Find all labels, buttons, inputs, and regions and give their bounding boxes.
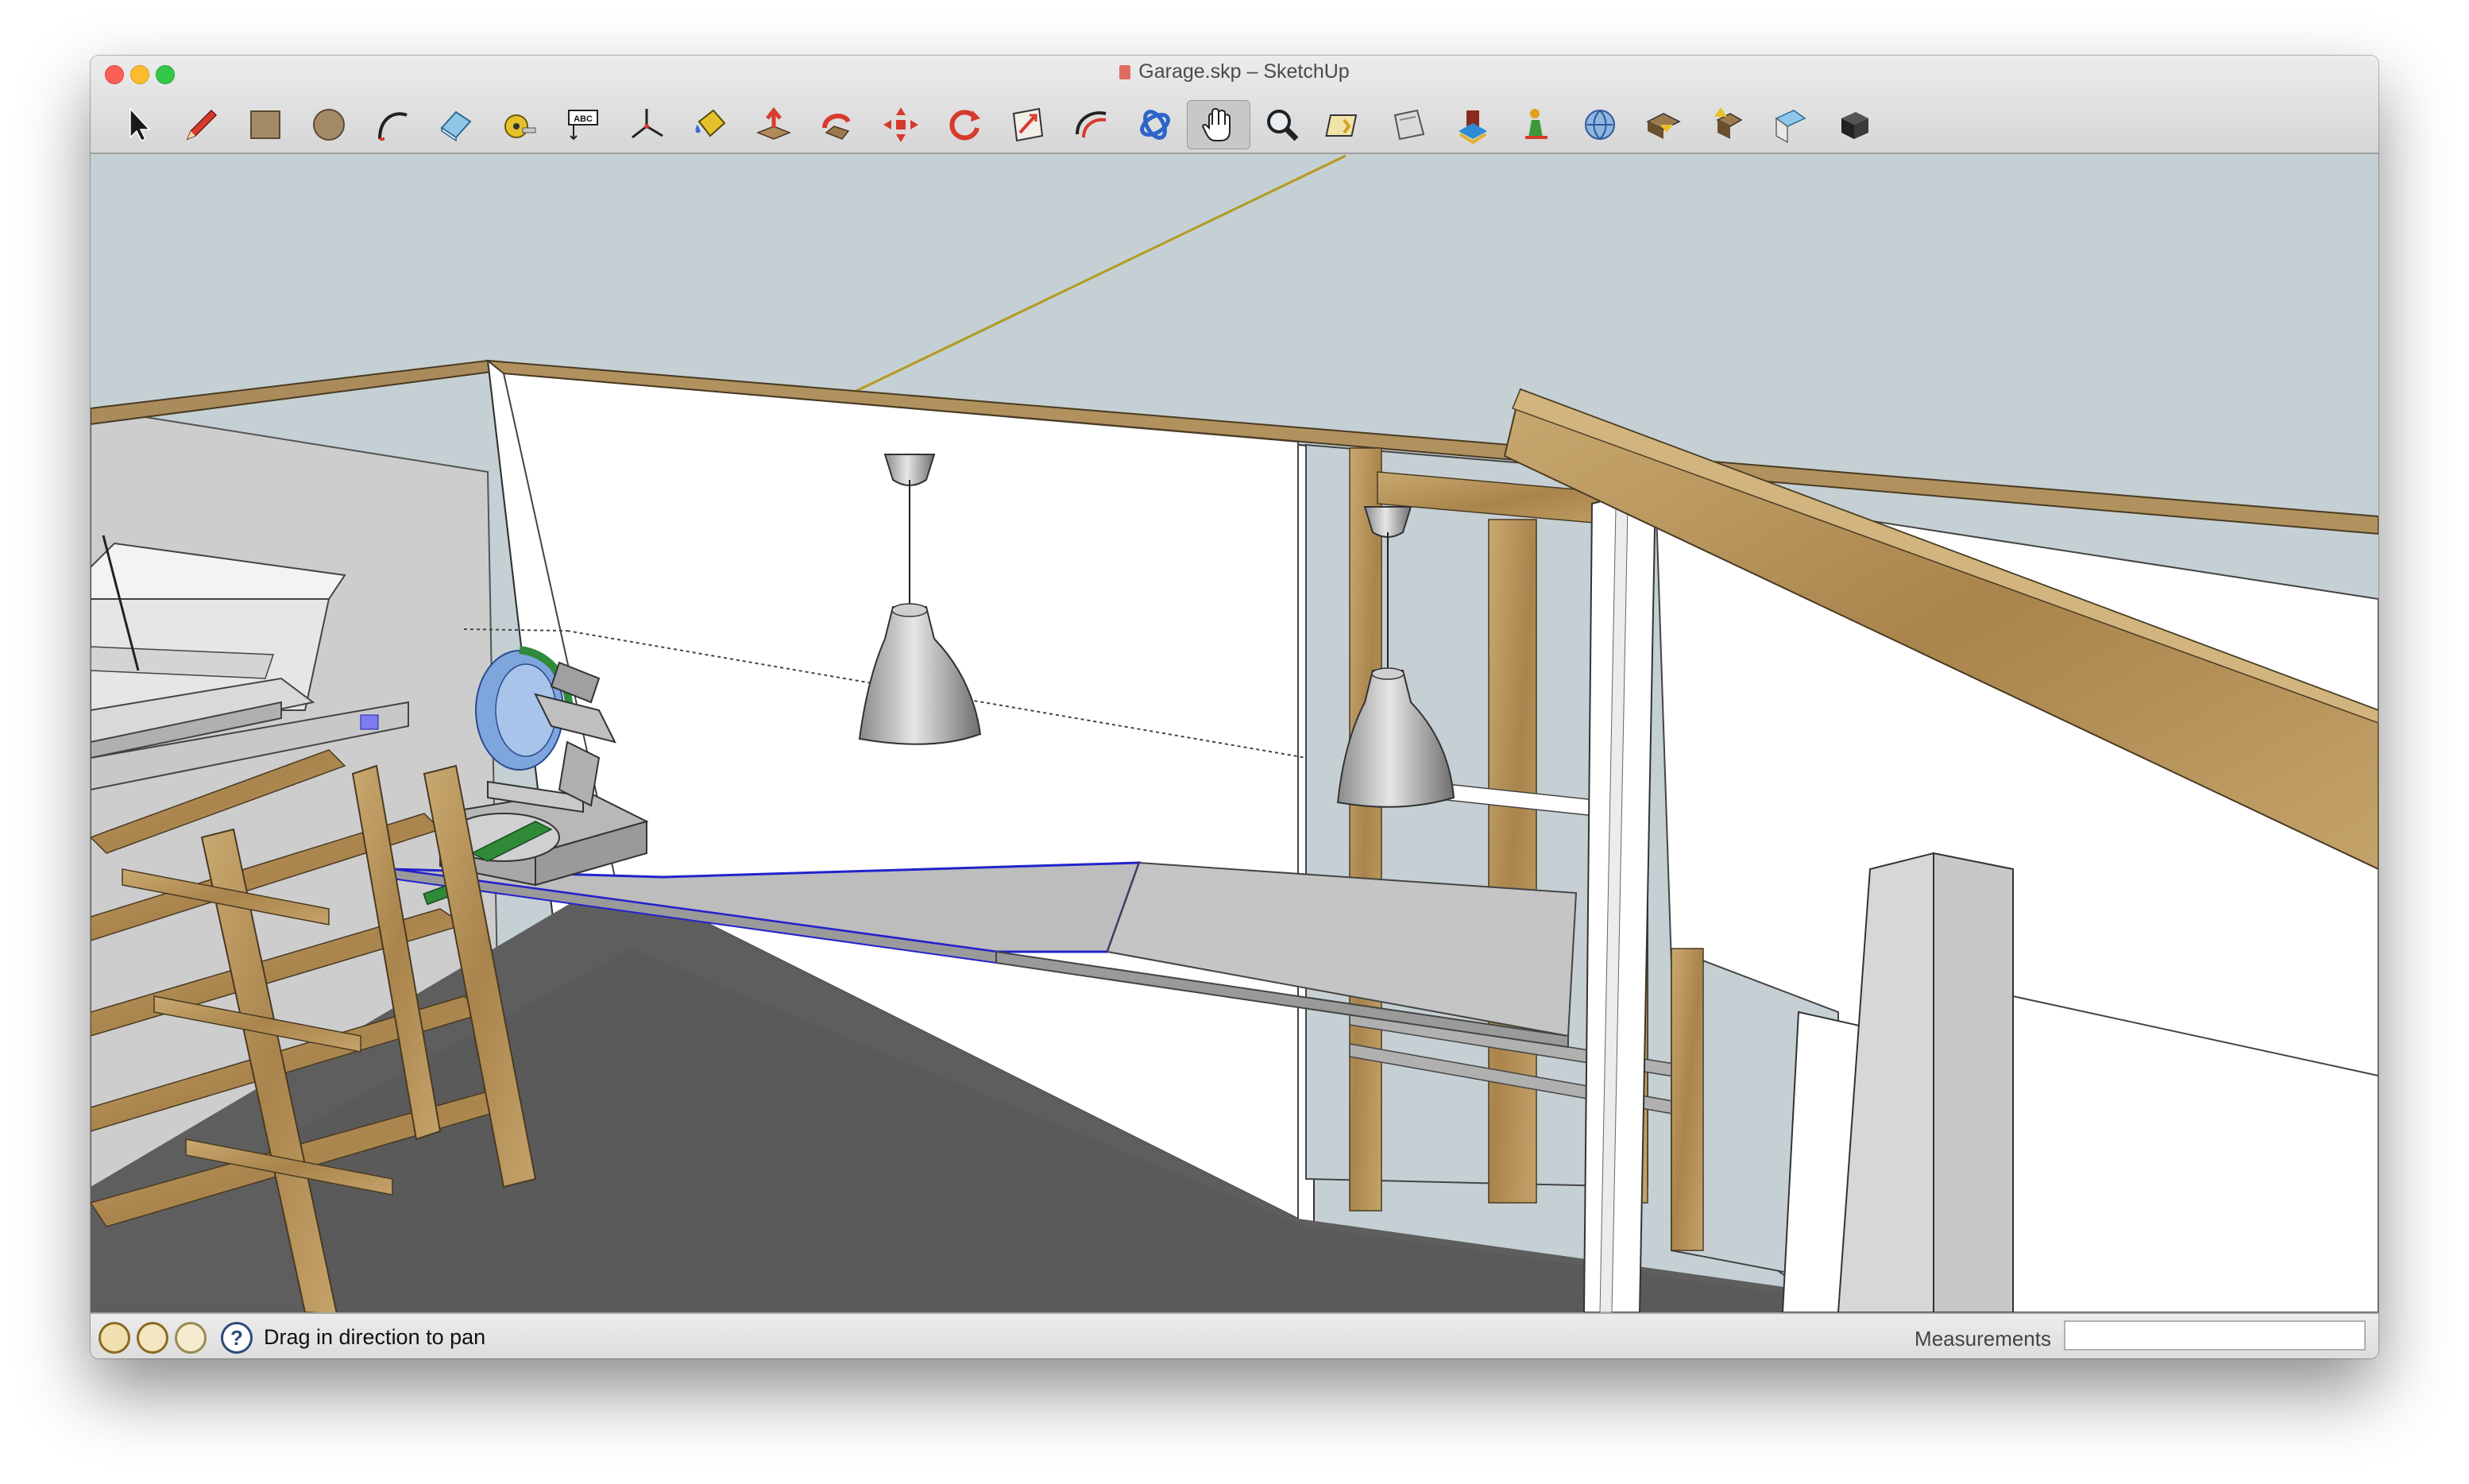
rotate-tool[interactable]: [933, 100, 996, 149]
sketchup-window: Garage.skp – SketchUp ABC ? Drag in dire…: [91, 56, 2378, 1358]
window-title-wrap: Garage.skp – SketchUp: [91, 60, 2378, 83]
axes-tool[interactable]: [615, 100, 678, 149]
status-bar: ? Drag in direction to pan Measurements: [91, 1312, 2378, 1358]
get-models-tool[interactable]: [1441, 100, 1505, 149]
user-status-icon[interactable]: [175, 1322, 207, 1354]
arc-icon: [378, 112, 408, 141]
arc-tool[interactable]: [361, 100, 424, 149]
rectangle-icon: [250, 110, 280, 139]
stud-left: [1349, 447, 1382, 1212]
cube-icon: [1841, 112, 1868, 139]
walk-tool[interactable]: [1314, 100, 1377, 149]
share-component-icon: [1714, 107, 1743, 139]
extension-icon: [1525, 109, 1547, 139]
layout-tool[interactable]: [1822, 100, 1886, 149]
select-tool[interactable]: [106, 100, 170, 149]
measurements-label: Measurements: [1915, 1327, 2051, 1351]
share-model-icon: [1646, 113, 1681, 139]
geo-location-tool[interactable]: [1568, 100, 1632, 149]
right-window-stud: [1671, 948, 1704, 1251]
share-component-tool[interactable]: [1695, 100, 1759, 149]
garage-scene: [91, 154, 2378, 1312]
preview-tool[interactable]: [1759, 100, 1822, 149]
arrow-cursor-icon: [129, 107, 151, 141]
measurements-field[interactable]: [2064, 1320, 2366, 1351]
eraser-icon: [440, 110, 472, 142]
magnifier-icon: [1267, 110, 1299, 141]
eraser-tool[interactable]: [424, 100, 488, 149]
rotate-icon: [949, 110, 980, 141]
help-icon[interactable]: ?: [221, 1322, 253, 1354]
3d-model-viewport[interactable]: [91, 154, 2378, 1312]
right-door-panel-edge: [1933, 852, 2014, 1312]
main-toolbar: ABC: [106, 100, 1886, 149]
offset-tool[interactable]: [1060, 100, 1123, 149]
push-pull-tool[interactable]: [742, 100, 806, 149]
document-icon: [1119, 65, 1131, 79]
text-tool[interactable]: ABC: [551, 100, 615, 149]
circle-icon: [313, 109, 345, 141]
section-plane-tool[interactable]: [1377, 100, 1441, 149]
tape-measure-tool[interactable]: [488, 100, 551, 149]
orbit-tool[interactable]: [1123, 100, 1187, 149]
move-icon: [883, 107, 918, 142]
pencil-icon: [186, 109, 218, 141]
title-bar: Garage.skp – SketchUp ABC: [91, 56, 2378, 154]
stud-middle: [1488, 519, 1537, 1204]
pan-tool[interactable]: [1187, 100, 1250, 149]
status-message: Drag in direction to pan: [264, 1325, 486, 1349]
walk-icon: [1325, 114, 1358, 137]
window-title: Garage.skp – SketchUp: [1138, 60, 1350, 83]
share-model-tool[interactable]: [1632, 100, 1695, 149]
offset-icon: [1076, 111, 1107, 138]
move-tool[interactable]: [869, 100, 933, 149]
line-tool[interactable]: [170, 100, 234, 149]
scale-tool[interactable]: [996, 100, 1060, 149]
hand-icon: [1201, 107, 1231, 141]
paint-bucket-icon: [695, 109, 726, 137]
orbit-icon: [1140, 110, 1170, 140]
warehouse-icon: [1459, 110, 1487, 145]
tape-measure-icon: [504, 114, 536, 138]
follow-me-icon: [822, 114, 851, 140]
text-tool-label: ABC: [574, 114, 593, 124]
section-plane-icon: [1393, 109, 1425, 141]
text-label-icon: ABC: [568, 110, 598, 141]
push-pull-icon: [755, 106, 792, 140]
credits-status-icon[interactable]: [137, 1322, 168, 1354]
scale-icon: [1012, 107, 1044, 142]
follow-me-tool[interactable]: [806, 100, 869, 149]
preview-icon: [1775, 110, 1806, 144]
rectangle-tool[interactable]: [234, 100, 297, 149]
circle-tool[interactable]: [297, 100, 361, 149]
zoom-tool[interactable]: [1250, 100, 1314, 149]
geo-location-status-icon[interactable]: [99, 1322, 130, 1354]
axes-icon: [632, 109, 663, 139]
globe-icon: [1585, 110, 1615, 140]
extension-tool[interactable]: [1505, 100, 1568, 149]
paint-bucket-tool[interactable]: [678, 100, 742, 149]
